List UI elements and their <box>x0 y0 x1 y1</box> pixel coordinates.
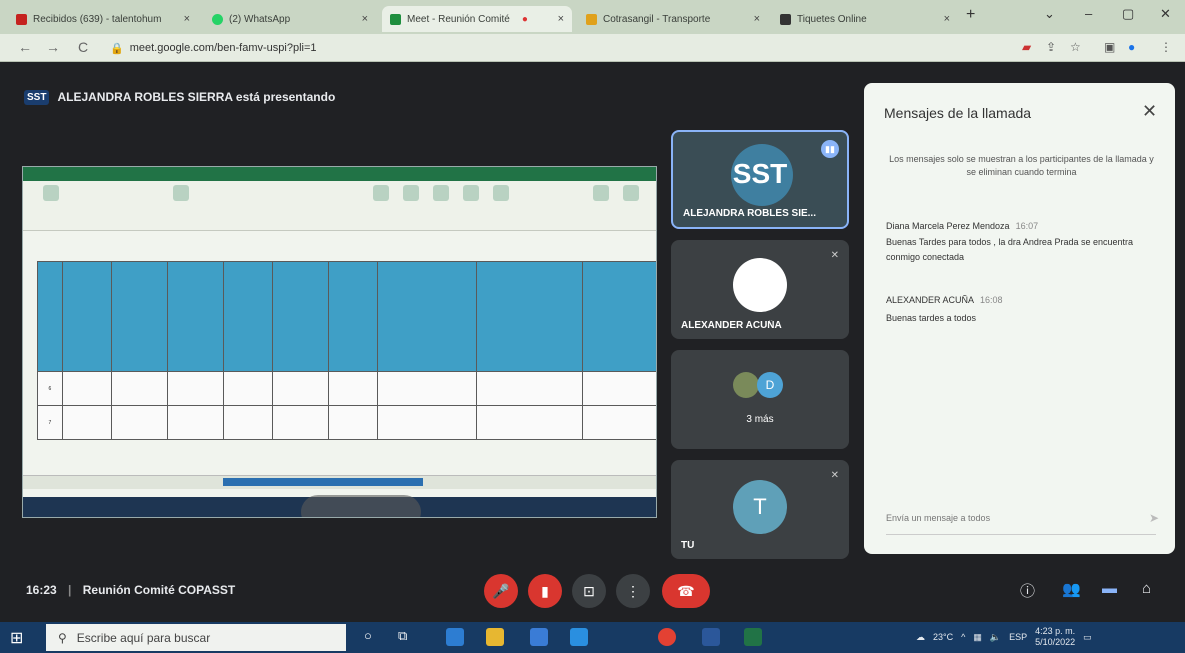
word-icon[interactable] <box>702 628 720 646</box>
address-bar: ← → C 🔒 meet.google.com/ben-famv-uspi?pl… <box>0 34 1185 62</box>
chat-panel: Mensajes de la llamada ✕ Los mensajes so… <box>864 83 1175 554</box>
windows-start-icon[interactable]: ⊞ <box>10 628 30 648</box>
speaking-indicator-icon: ▮▮ <box>821 140 839 158</box>
presenter-banner: SST ALEJANDRA ROBLES SIERRA está present… <box>24 84 335 110</box>
weather-icon: ☁ <box>916 631 925 642</box>
close-icon[interactable]: ✕ <box>1142 101 1157 122</box>
close-tab-icon[interactable]: × <box>944 13 950 25</box>
cortana-icon[interactable]: ○ <box>364 628 382 646</box>
chevron-up-icon[interactable]: ^ <box>961 632 965 642</box>
taskbar-search[interactable]: ⚲ Escribe aquí para buscar <box>46 624 346 651</box>
hang-up-button[interactable]: ☎ <box>662 574 710 608</box>
excel-status-badge <box>223 478 423 486</box>
back-icon[interactable]: ← <box>18 39 32 55</box>
participant-tile-alejandra[interactable]: SST ▮▮ ALEJANDRA ROBLES SIE... <box>671 130 849 229</box>
search-icon: ⚲ <box>58 630 67 645</box>
close-tab-icon[interactable]: × <box>754 13 760 25</box>
close-tab-icon[interactable]: × <box>362 13 368 25</box>
new-tab-button[interactable]: + <box>966 6 975 24</box>
activities-icon[interactable]: ⌂ <box>1142 580 1151 597</box>
language-icon[interactable]: ESP <box>1009 632 1027 642</box>
presenter-badge: SST <box>24 89 50 105</box>
tab-search-icon[interactable]: ▣ <box>1104 40 1115 54</box>
chat-icon[interactable]: ▬ <box>1102 580 1117 597</box>
avatar <box>733 258 787 312</box>
tab-whatsapp[interactable]: (2) WhatsApp × <box>204 6 376 32</box>
menu-dots-icon[interactable]: ⋮ <box>1160 40 1172 54</box>
avatar <box>733 372 759 398</box>
close-tab-icon[interactable]: × <box>184 13 190 25</box>
people-icon[interactable]: 👥 <box>1062 580 1081 598</box>
table-row: 6 <box>37 371 656 406</box>
restore-button[interactable]: ▢ <box>1122 6 1134 22</box>
tab-cotrasangil[interactable]: Cotrasangil - Transporte × <box>578 6 768 32</box>
close-tab-icon[interactable]: × <box>558 13 564 25</box>
forward-icon[interactable]: → <box>46 39 60 55</box>
star-icon[interactable]: ☆ <box>1070 40 1081 54</box>
excel-icon[interactable] <box>744 628 762 646</box>
tab-meet[interactable]: Meet - Reunión Comité ● × <box>382 6 572 32</box>
participant-tile-alexander[interactable]: ✕ ALEXANDER ACUÑA <box>671 240 849 339</box>
url-field[interactable]: 🔒 meet.google.com/ben-famv-uspi?pli=1 <box>110 38 810 58</box>
recording-dot-icon: ● <box>521 13 528 25</box>
tab-gmail[interactable]: Recibidos (639) - talentohum × <box>8 6 198 32</box>
mic-off-icon: ✕ <box>830 250 839 261</box>
tab-tiquetes[interactable]: Tiquetes Online × <box>772 6 958 32</box>
profile-avatar-icon[interactable]: ● <box>1128 40 1135 54</box>
network-icon[interactable]: ▦ <box>973 632 982 643</box>
minimize-button[interactable]: – <box>1085 6 1092 21</box>
task-view-icon[interactable]: ⧉ <box>398 628 416 646</box>
mic-off-icon: ✕ <box>830 470 839 481</box>
extension-icon[interactable]: ▰ <box>1022 40 1031 54</box>
clock[interactable]: 4:23 p. m. 5/10/2022 <box>1035 626 1075 648</box>
browser-tab-strip: Recibidos (639) - talentohum × (2) Whats… <box>0 0 1185 34</box>
message-text: Buenas tardes a todos <box>886 313 977 323</box>
message-author: ALEXANDER ACUÑA 16:08 <box>886 295 1003 305</box>
lock-icon: 🔒 <box>110 42 124 55</box>
volume-icon[interactable]: 🔈 <box>990 632 1001 643</box>
close-window-button[interactable]: ✕ <box>1160 6 1171 22</box>
meet-icon <box>390 13 401 25</box>
system-tray: ☁ 23°C ^ ▦ 🔈 ESP 4:23 p. m. 5/10/2022 ▭ <box>916 626 1092 648</box>
participant-tile-more[interactable]: D 3 más <box>671 350 849 449</box>
camera-toggle-button[interactable]: ▮ <box>528 574 562 608</box>
screen-share-overlay-controls[interactable] <box>301 495 421 517</box>
mail-icon[interactable] <box>570 628 588 646</box>
share-icon[interactable]: ⇪ <box>1046 40 1056 54</box>
store-icon[interactable] <box>530 628 548 646</box>
gmail-icon <box>16 13 27 25</box>
chat-input[interactable]: Envía un mensaje a todos <box>886 513 1156 535</box>
chat-title: Mensajes de la llamada <box>884 105 1032 121</box>
chevron-down-icon[interactable]: ⌄ <box>1044 6 1055 22</box>
message-author: Diana Marcela Perez Mendoza 16:07 <box>886 221 1039 231</box>
notification-icon[interactable]: ▭ <box>1083 632 1092 643</box>
send-icon[interactable]: ➤ <box>1149 511 1159 525</box>
meeting-info: 16:23 | Reunión Comité COPASST <box>26 583 236 597</box>
participant-tile-you[interactable]: T ✕ TÚ <box>671 460 849 559</box>
chat-note: Los mensajes solo se muestran a los part… <box>889 154 1154 177</box>
chrome-icon[interactable] <box>658 628 676 646</box>
mic-toggle-button[interactable]: 🎤 <box>484 574 518 608</box>
tiquetes-icon <box>780 13 791 25</box>
message-text: Buenas Tardes para todos , la dra Andrea… <box>886 237 1133 262</box>
table-row: 7 <box>37 405 656 440</box>
reload-icon[interactable]: C <box>78 39 88 55</box>
cotrasangil-icon <box>586 13 597 25</box>
avatar: T <box>733 480 787 534</box>
more-options-button[interactable]: ⋮ <box>616 574 650 608</box>
file-explorer-icon[interactable] <box>486 628 504 646</box>
present-button[interactable]: ⊡ <box>572 574 606 608</box>
avatar: D <box>757 372 783 398</box>
excel-table: 6 7 <box>37 261 656 447</box>
shared-screen[interactable]: 6 7 <box>22 166 657 518</box>
excel-ribbon <box>23 167 656 231</box>
info-icon[interactable]: ⓘ <box>1020 580 1035 601</box>
whatsapp-icon <box>212 13 223 25</box>
edge-icon[interactable] <box>446 628 464 646</box>
presenter-text: ALEJANDRA ROBLES SIERRA está presentando <box>57 90 336 104</box>
